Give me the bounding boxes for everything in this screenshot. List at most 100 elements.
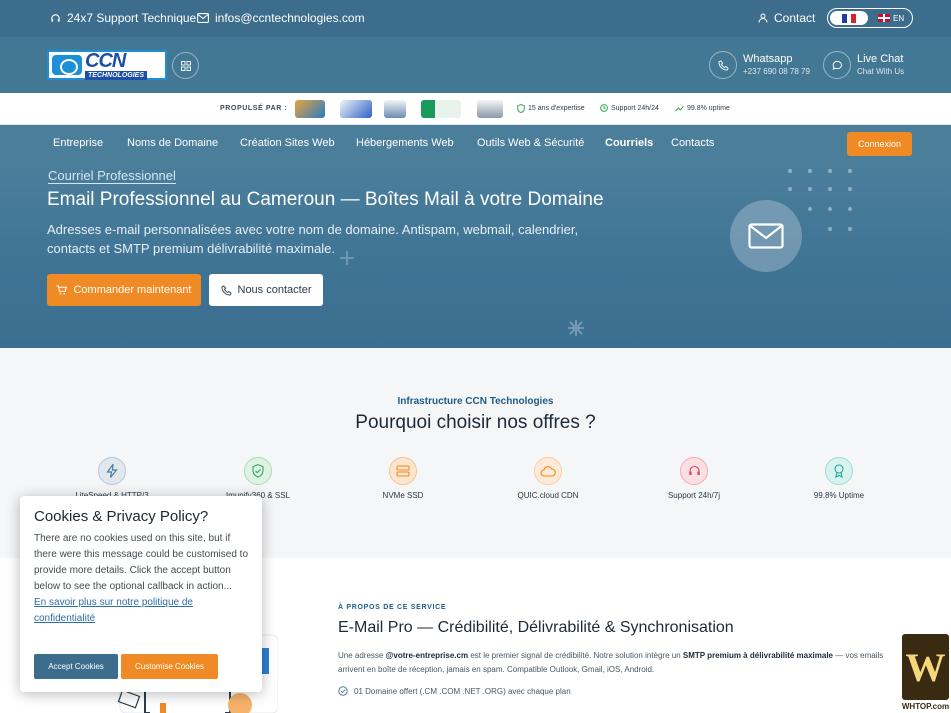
badge-support: Support 24h/24	[600, 104, 659, 112]
badge-expertise-text: 15 ans d'expertise	[528, 105, 585, 112]
whtop-logo-icon: W	[902, 634, 949, 700]
trend-icon	[675, 105, 684, 112]
customise-cookies-button[interactable]: Customise Cookies	[121, 654, 218, 679]
live-chat[interactable]: Live Chat Chat With Us	[823, 51, 904, 79]
logo-mark-icon	[52, 55, 82, 75]
clock-icon	[600, 104, 608, 112]
nav-item-courriels[interactable]: Courriels	[605, 137, 653, 149]
headset-icon	[51, 13, 60, 22]
asterisk-decoration-icon	[568, 320, 584, 336]
partner-logo-cloudlinux-icon	[340, 100, 372, 118]
envelope-icon	[748, 223, 784, 249]
support-link[interactable]: 24x7 Support Technique	[50, 11, 196, 25]
header: CCN TECHNOLOGIES Whatsapp +237 690 08 78…	[0, 37, 951, 93]
order-button-label: Commander maintenant	[73, 284, 192, 296]
lang-fr[interactable]	[830, 11, 868, 25]
shield-icon	[517, 104, 525, 113]
email-text: infos@ccntechnologies.com	[215, 11, 365, 25]
about-text: Une adresse @votre-entreprise.cm est le …	[338, 651, 884, 674]
logo[interactable]: CCN TECHNOLOGIES	[47, 50, 167, 80]
hero: Courriel Professionnel Email Professionn…	[0, 163, 951, 348]
france-flag-icon	[842, 13, 857, 23]
chat-circle	[823, 51, 851, 79]
mail-icon	[197, 13, 209, 23]
whtop-watermark-text: WHTOP.com	[901, 702, 950, 711]
email-link[interactable]: infos@ccntechnologies.com	[197, 11, 365, 25]
about-list-text: 01 Domaine offert (.CM .COM .NET .ORG) a…	[354, 686, 571, 696]
about-eyebrow: À PROPOS DE CE SERVICE	[338, 604, 447, 611]
contact-text: Contact	[774, 11, 816, 25]
page-title: Email Professionnel au Cameroun — Boîtes…	[47, 189, 604, 210]
whatsapp-label: Whatsapp	[743, 52, 793, 65]
hero-description: Adresses e-mail personnalisées avec votr…	[47, 222, 579, 256]
nav-item-hebergements[interactable]: Hébergements Web	[356, 137, 454, 149]
feature-support: Support 24h/7j	[624, 457, 764, 500]
hero-eyebrow: Courriel Professionnel	[48, 168, 176, 184]
feature-imunify: Imunify360 & SSL	[188, 457, 328, 500]
language-switcher[interactable]: EN	[827, 8, 913, 28]
grid-icon	[180, 60, 191, 71]
feature-quic: QUIC.cloud CDN	[478, 457, 618, 500]
nav-item-domaines[interactable]: Noms de Domaine	[127, 137, 218, 149]
cloud-icon	[534, 457, 562, 485]
apps-grid-button[interactable]	[172, 52, 199, 79]
cookie-title: Cookies & Privacy Policy?	[34, 508, 209, 525]
feature-nvme: NVMe SSD	[333, 457, 473, 500]
shield-check-icon	[244, 457, 272, 485]
main-nav: Entreprise Noms de Domaine Création Site…	[0, 125, 951, 163]
check-circle-icon	[338, 686, 348, 696]
contact-button-label: Nous contacter	[237, 284, 312, 296]
uk-flag-icon	[878, 14, 890, 22]
badge-expertise: 15 ans d'expertise	[517, 104, 585, 113]
whtop-watermark: W WHTOP.com	[900, 632, 951, 713]
partner-logo-quic-icon	[477, 100, 503, 118]
partners-strip: PROPULSÉ PAR : 15 ans d'expertise Suppor…	[0, 93, 951, 125]
award-icon	[825, 457, 853, 485]
envelope-badge	[730, 200, 802, 272]
badge-uptime: 99.8% uptime	[675, 104, 730, 112]
user-icon	[758, 13, 768, 23]
nav-item-entreprise[interactable]: Entreprise	[53, 137, 103, 149]
logo-subtext: TECHNOLOGIES	[85, 70, 148, 80]
partner-logo-cpanel-icon	[295, 100, 325, 118]
nav-item-creation-sites[interactable]: Création Sites Web	[240, 137, 335, 149]
contact-link[interactable]: Contact	[758, 11, 815, 25]
chat-label: Live Chat	[857, 52, 904, 65]
order-button[interactable]: Commander maintenant	[47, 274, 201, 306]
support-text: 24x7 Support Technique	[67, 11, 197, 25]
feature-label: Support 24h/7j	[667, 491, 721, 500]
chat-icon	[832, 60, 842, 70]
server-icon	[389, 457, 417, 485]
partner-logo-litespeed-icon	[384, 100, 406, 118]
bolt-icon	[98, 457, 126, 485]
about-text-domain: @votre-entreprise.cm	[385, 651, 469, 660]
about-text-smtp: SMTP premium à délivrabilité maximale	[682, 651, 834, 660]
chat-sub: Chat With Us	[857, 66, 905, 76]
accept-cookies-button[interactable]: Accept Cookies	[34, 654, 118, 679]
top-bar: 24x7 Support Technique infos@ccntechnolo…	[0, 0, 951, 37]
privacy-policy-link[interactable]: En savoir plus sur notre politique de co…	[34, 595, 248, 627]
feature-label: QUIC.cloud CDN	[517, 491, 579, 500]
nav-item-outils-securite[interactable]: Outils Web & Sécurité	[477, 137, 584, 149]
feature-label: NVMe SSD	[382, 491, 424, 500]
whatsapp-number: +237 690 08 78 79	[743, 66, 810, 76]
whatsapp-contact[interactable]: Whatsapp +237 690 08 78 79	[709, 51, 810, 79]
contact-button[interactable]: Nous contacter	[209, 274, 323, 306]
feature-label: 99.8% Uptime	[813, 491, 865, 500]
headset-icon	[680, 457, 708, 485]
feature-uptime: 99.8% Uptime	[769, 457, 909, 500]
cart-icon	[56, 285, 68, 295]
login-button[interactable]: Connexion	[847, 132, 912, 156]
badge-support-text: Support 24h/24	[611, 104, 659, 112]
phone-icon	[220, 284, 232, 296]
nav-item-contacts[interactable]: Contacts	[671, 137, 714, 149]
lang-en[interactable]: EN	[878, 14, 904, 23]
about-title: E-Mail Pro — Crédibilité, Délivrabilité …	[338, 619, 734, 636]
phone-circle	[709, 51, 737, 79]
partners-label: PROPULSÉ PAR :	[220, 105, 288, 112]
partner-logo-imunify-icon	[421, 100, 461, 118]
about-list-item: 01 Domaine offert (.CM .COM .NET .ORG) a…	[338, 686, 571, 696]
logo-text: CCN	[85, 49, 126, 72]
badge-uptime-text: 99.8% uptime	[687, 104, 730, 112]
why-eyebrow: Infrastructure CCN Technologies	[397, 396, 554, 407]
